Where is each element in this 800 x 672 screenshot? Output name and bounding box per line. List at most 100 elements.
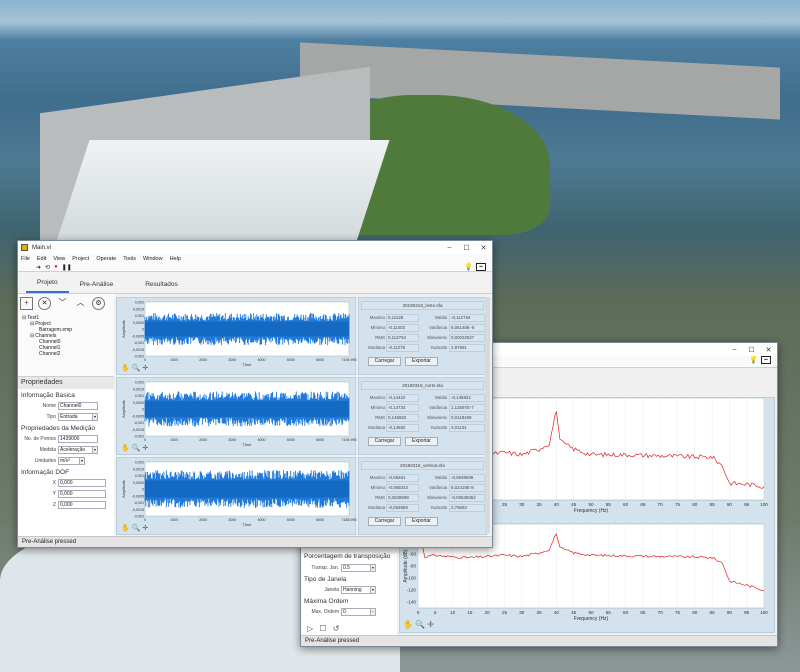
tree-item[interactable]: Channel2 [22, 351, 112, 357]
menu-view[interactable]: View [53, 256, 65, 262]
carregar-button[interactable]: Carregar [368, 517, 401, 526]
exportar-button[interactable]: Exportar [405, 517, 438, 526]
settings-icon[interactable]: ⚙ [92, 297, 105, 310]
x-tick-label: 50 [588, 502, 594, 507]
zoom-icon[interactable]: 🔍 [132, 445, 141, 452]
exportar-button[interactable]: Exportar [405, 437, 438, 446]
chevron-down-icon[interactable]: ▾ [80, 456, 85, 465]
menu-file[interactable]: File [21, 256, 30, 262]
tree-expander-icon[interactable]: ⊟ [30, 321, 34, 327]
transp-field[interactable]: 0.5 [341, 563, 371, 572]
stat-label-mediana: Mediana [368, 345, 385, 350]
hand-icon[interactable]: ✋ [403, 620, 413, 629]
collapse-icon[interactable]: ﹀ [56, 297, 69, 310]
lightbulb-icon[interactable]: 💡 [464, 263, 473, 271]
main-window[interactable]: Main.vi – ☐ ✕ File Edit View Project Ope… [17, 240, 493, 548]
x-field[interactable]: 0,000 [58, 478, 106, 487]
stat-value-minimo: -0,065043 [386, 484, 419, 492]
cursor-icon[interactable]: ✛ [142, 365, 148, 372]
panels-scrollbar[interactable] [485, 297, 490, 533]
stat-value-media: -0,145832 [449, 394, 485, 402]
file-name: 20190318_leste.sfa [361, 301, 484, 310]
lightbulb-icon[interactable]: 💡 [749, 356, 758, 364]
menu-help[interactable]: Help [170, 256, 181, 262]
z-label: Z [52, 501, 56, 508]
close-icon[interactable]: ✕ [760, 346, 777, 354]
nome-field[interactable]: Channel0 [58, 401, 98, 410]
maximize-icon[interactable]: ☐ [458, 244, 475, 252]
pontos-field[interactable]: 1439000 [58, 434, 98, 443]
minimize-icon[interactable]: – [441, 244, 458, 252]
nome-label: Nome [42, 402, 56, 409]
back-window-controls[interactable]: – ☐ ✕ [726, 346, 777, 354]
y-field[interactable]: 0,000 [58, 489, 106, 498]
zoom-icon[interactable]: 🔍 [132, 525, 141, 532]
tipo-field[interactable]: Entrada [58, 412, 93, 421]
unidades-field[interactable]: m/s² [58, 456, 80, 465]
main-titlebar[interactable]: Main.vi – ☐ ✕ [18, 241, 492, 254]
stepper-icon[interactable]: ÷ [371, 607, 376, 616]
cursor-icon[interactable]: ✛ [142, 445, 148, 452]
tree-expander-icon[interactable]: ⊟ [22, 315, 26, 321]
y-tick-label: -0,0015 [132, 428, 144, 432]
abort-icon[interactable]: ● [54, 264, 58, 270]
play-icon[interactable]: ▷ [307, 624, 313, 633]
chevron-down-icon[interactable]: ▾ [371, 585, 376, 594]
expand-icon[interactable]: ︿ [74, 297, 87, 310]
z-field[interactable]: 0,000 [58, 500, 106, 509]
tab-resultados[interactable]: Resultados [134, 281, 189, 293]
run-continuous-icon[interactable]: ⟲ [45, 264, 50, 271]
carregar-button[interactable]: Carregar [368, 357, 401, 366]
step-icon[interactable]: ↺ [333, 624, 340, 633]
menu-edit[interactable]: Edit [37, 256, 46, 262]
x-tick-label: 7194,995 [342, 438, 357, 442]
signal-info-panel: 20190318_norte.sfa Maximo -0,14422 Mínimo -0… [358, 377, 487, 455]
close-icon[interactable]: ✕ [475, 244, 492, 252]
signal-chart: 0,002 0,0015 0,001 0,0005 0 -0,0005 -0,001 -0,0… [121, 461, 357, 528]
tree-expander-icon[interactable]: ⊟ [30, 333, 34, 339]
ordem-field[interactable]: 0 [341, 607, 371, 616]
chevron-down-icon[interactable]: ▾ [371, 563, 376, 572]
remove-icon[interactable]: ✕ [38, 297, 51, 310]
tab-pre-analise[interactable]: Pre-Análise [69, 281, 125, 293]
minimize-icon[interactable]: – [726, 346, 743, 354]
y-tick-label: 0 [142, 408, 144, 412]
menu-project[interactable]: Project [72, 256, 89, 262]
hand-icon[interactable]: ✋ [121, 365, 130, 372]
menu-operate[interactable]: Operate [96, 256, 116, 262]
x-tick-label: 3000 [228, 518, 236, 522]
x-tick-label: 100 [760, 610, 768, 615]
x-tick-label: 95 [744, 502, 750, 507]
maximize-icon[interactable]: ☐ [743, 346, 760, 354]
pause-icon[interactable]: ❚❚ [62, 264, 72, 271]
cursor-icon[interactable]: ✛ [427, 620, 434, 629]
stat-label-variancia: Variância [429, 405, 447, 410]
exportar-button[interactable]: Exportar [405, 357, 438, 366]
x-tick-label: 55 [606, 610, 612, 615]
y-axis-label: Amplitude [121, 479, 126, 498]
janela-field[interactable]: Hanning [341, 585, 371, 594]
signal-info-panel: 20190318_leste.sfa Maximo 0,11128 Mínimo -0,… [358, 297, 487, 375]
main-window-controls[interactable]: – ☐ ✕ [441, 244, 492, 252]
stat-label-maximo: Maximo [369, 315, 385, 320]
hand-icon[interactable]: ✋ [121, 445, 130, 452]
x-tick-label: 25 [502, 502, 508, 507]
x-tick-label: 5 [434, 610, 437, 615]
medida-field[interactable]: Aceleração [58, 445, 93, 454]
zoom-icon[interactable]: 🔍 [415, 620, 425, 629]
tree-item-label: Channel2 [39, 351, 61, 357]
menu-tools[interactable]: Tools [123, 256, 136, 262]
carregar-button[interactable]: Carregar [368, 437, 401, 446]
menu-window[interactable]: Window [143, 256, 163, 262]
hand-icon[interactable]: ✋ [121, 525, 130, 532]
chevron-down-icon[interactable]: ▾ [93, 412, 98, 421]
add-file-icon[interactable]: + [20, 297, 33, 310]
run-arrow-icon[interactable]: ➜ [36, 264, 41, 271]
tab-projeto[interactable]: Projeto [26, 279, 69, 293]
chevron-down-icon[interactable]: ▾ [93, 445, 98, 454]
project-tree[interactable]: ⊟Test1 ⊟Project Barragem.emp ⊟Channels Chann… [22, 315, 112, 357]
stop-icon[interactable]: ☐ [319, 624, 326, 633]
zoom-icon[interactable]: 🔍 [132, 365, 141, 372]
cursor-icon[interactable]: ✛ [142, 525, 148, 532]
dof-title: Informação DOF [21, 469, 70, 476]
